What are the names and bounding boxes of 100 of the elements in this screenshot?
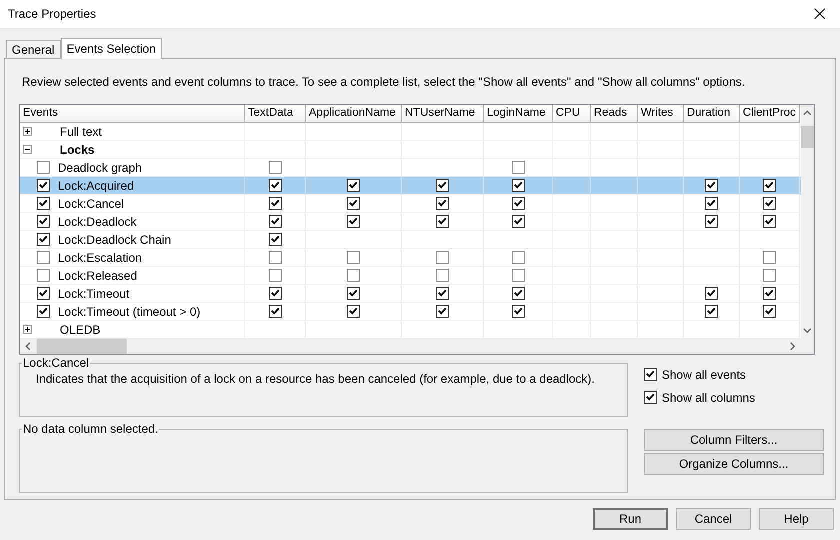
dialog-button[interactable]: Run [593, 508, 668, 530]
checkbox[interactable] [763, 215, 776, 228]
checkbox[interactable] [763, 287, 776, 300]
expand-icon[interactable] [23, 325, 32, 334]
checkbox[interactable] [268, 269, 282, 282]
checkbox[interactable] [512, 215, 524, 228]
checkbox[interactable] [347, 197, 360, 210]
side-button[interactable]: Column Filters... [644, 429, 824, 451]
grid-cell [638, 177, 684, 195]
checkbox[interactable] [347, 287, 360, 300]
checkbox[interactable] [436, 287, 449, 300]
checkbox[interactable] [512, 287, 524, 300]
checkbox[interactable] [705, 197, 718, 210]
column-header[interactable]: Writes [638, 105, 684, 123]
checkbox[interactable] [763, 179, 776, 192]
column-header[interactable]: CPU [553, 105, 591, 123]
checkbox[interactable] [512, 269, 524, 282]
checkbox[interactable] [268, 197, 282, 210]
scroll-up-icon[interactable] [803, 109, 812, 118]
checkbox[interactable] [268, 233, 282, 246]
checkbox[interactable] [268, 305, 282, 318]
column-header[interactable]: ClientProc [740, 105, 800, 123]
checkbox[interactable] [347, 251, 360, 264]
checkbox[interactable] [763, 305, 776, 318]
event-row[interactable]: Lock:Cancel [20, 195, 801, 213]
column-header[interactable]: Duration [684, 105, 740, 123]
checkbox[interactable] [436, 251, 449, 264]
checkbox[interactable] [763, 251, 776, 264]
checkbox[interactable] [644, 391, 657, 404]
scroll-down-icon[interactable] [803, 326, 812, 335]
checkbox[interactable] [436, 215, 449, 228]
tab[interactable]: Events Selection [60, 38, 162, 59]
category-label: OLEDB [60, 322, 101, 336]
column-header[interactable]: Reads [591, 105, 638, 123]
grid-cell [553, 177, 591, 195]
grid-cell [553, 195, 591, 213]
checkbox[interactable] [37, 251, 50, 264]
event-label: Lock:Escalation [58, 250, 142, 264]
checkbox[interactable] [512, 161, 524, 174]
checkbox[interactable] [705, 179, 718, 192]
checkbox[interactable] [347, 305, 360, 318]
event-label: Lock:Deadlock [58, 214, 137, 228]
grid-cell [638, 195, 684, 213]
checkbox[interactable] [37, 215, 50, 228]
checkbox[interactable] [705, 215, 718, 228]
checkbox[interactable] [37, 161, 50, 174]
event-row[interactable]: Lock:Timeout [20, 285, 801, 303]
checkbox[interactable] [37, 197, 50, 210]
tab[interactable]: General [6, 40, 61, 58]
checkbox[interactable] [347, 269, 360, 282]
checkbox[interactable] [37, 287, 50, 300]
checkbox[interactable] [37, 179, 50, 192]
expand-icon[interactable] [23, 127, 32, 136]
checkbox[interactable] [436, 269, 449, 282]
dialog-button[interactable]: Help [759, 508, 834, 530]
scroll-thumb[interactable] [37, 339, 127, 354]
checkbox[interactable] [37, 233, 50, 246]
checkbox[interactable] [644, 368, 657, 381]
column-header[interactable]: LoginName [484, 105, 553, 123]
checkbox[interactable] [268, 287, 282, 300]
checkbox[interactable] [347, 179, 360, 192]
checkbox[interactable] [512, 197, 524, 210]
checkbox[interactable] [705, 287, 718, 300]
event-row[interactable]: Lock:Released [20, 267, 801, 285]
checkbox[interactable] [436, 305, 449, 318]
checkbox[interactable] [37, 305, 50, 318]
vertical-scrollbar[interactable] [801, 105, 814, 339]
checkbox[interactable] [763, 197, 776, 210]
column-header[interactable]: ApplicationName [306, 105, 402, 123]
event-label: Lock:Timeout [58, 286, 130, 300]
horizontal-scrollbar[interactable] [20, 339, 814, 354]
close-icon[interactable] [814, 8, 826, 20]
checkbox[interactable] [268, 161, 282, 174]
checkbox[interactable] [763, 269, 776, 282]
checkbox[interactable] [436, 197, 449, 210]
checkbox[interactable] [512, 251, 524, 264]
checkbox[interactable] [705, 305, 718, 318]
column-header[interactable]: TextData [245, 105, 306, 123]
scroll-right-icon[interactable] [788, 342, 797, 351]
event-row[interactable]: Lock:Deadlock [20, 213, 801, 231]
side-button[interactable]: Organize Columns... [644, 453, 824, 475]
event-row[interactable]: Lock:Acquired [20, 177, 801, 195]
column-header[interactable]: Events [20, 105, 245, 123]
checkbox[interactable] [268, 179, 282, 192]
checkbox[interactable] [347, 215, 360, 228]
option-label: Show all events [662, 368, 746, 382]
event-row[interactable]: Lock:Deadlock Chain [20, 231, 801, 249]
checkbox[interactable] [268, 251, 282, 264]
dialog-button[interactable]: Cancel [676, 508, 751, 530]
column-header[interactable]: NTUserName [402, 105, 484, 123]
checkbox[interactable] [512, 179, 524, 192]
event-row[interactable]: Lock:Timeout (timeout > 0) [20, 303, 801, 321]
collapse-icon[interactable] [23, 145, 32, 154]
event-row[interactable]: Lock:Escalation [20, 249, 801, 267]
checkbox[interactable] [268, 215, 282, 228]
scroll-thumb[interactable] [801, 126, 814, 148]
checkbox[interactable] [512, 305, 524, 318]
checkbox[interactable] [37, 269, 50, 282]
scroll-left-icon[interactable] [24, 342, 33, 351]
checkbox[interactable] [436, 179, 449, 192]
